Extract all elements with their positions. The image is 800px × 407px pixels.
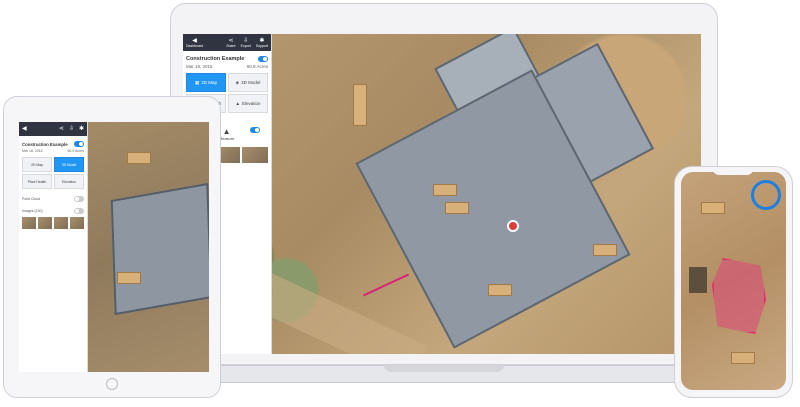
map-marker[interactable] [507,220,519,232]
share-icon[interactable]: ⋖ [59,126,64,132]
project-date[interactable]: Mar 18, 2016 [186,64,213,69]
tablet-view-mode-grid: 2D Map 3D Model Plant Health Elevation [19,157,87,189]
material-pallet [127,152,151,164]
project-area: 60.9 Acres [246,64,268,69]
export-icon[interactable]: ⇩ [69,126,74,132]
project-toggle[interactable] [258,56,268,62]
crane-tower [689,267,707,293]
tablet-screen: ◀ ⋖ ⇩ ✱ Construction Example Mar 18, 201… [19,122,209,372]
export-button[interactable]: ⇩ Export [241,38,251,48]
triangle-icon: ▲ [222,127,231,136]
export-label: Export [240,43,251,48]
back-arrow-icon: ◀ [22,126,27,132]
image-thumbnail[interactable] [242,147,268,163]
support-icon[interactable]: ✱ [79,126,84,132]
image-thumbnail[interactable] [54,217,68,229]
tablet-mode-plant-health-button[interactable]: Plant Health [22,174,52,189]
point-cloud-toggle[interactable] [74,196,84,202]
mode-label: Plant Health [27,179,47,184]
mode-label: Elevation [241,101,261,106]
images-label: Images (130) [22,209,43,213]
point-cloud-label: Point Cloud [22,197,41,201]
tool-label: Measure [218,136,235,141]
project-title: Construction Example [186,56,245,62]
mode-label: 3D Model [241,80,261,85]
material-pallet [353,84,367,126]
images-toggle[interactable] [74,208,84,214]
image-thumbnail[interactable] [70,217,84,229]
material-pallet [433,184,457,196]
building-3d [110,182,209,316]
mode-2d-map-button[interactable]: ▦ 2D Map [186,73,226,92]
tablet-project-title: Construction Example [22,141,68,147]
tablet-3d-view[interactable] [87,122,209,372]
tablet-project-toggle[interactable] [74,141,84,147]
layers-toggle[interactable] [250,127,261,133]
material-pallet [593,244,617,256]
mountain-icon: ▲ [235,101,240,106]
image-thumbnail[interactable] [38,217,52,229]
support-label: Support [255,43,268,48]
measure-tool-button[interactable]: ▲ Measure [219,127,235,141]
compass-icon[interactable] [751,180,781,210]
mode-label: 2D Map [201,80,218,85]
tablet-home-button [106,378,118,390]
stockpile-highlight[interactable] [712,258,766,334]
cube-icon: ◈ [235,79,240,85]
image-thumbnail[interactable] [22,217,36,229]
material-pallet [701,202,725,214]
mode-label: 3D Model [61,162,77,167]
measurement-line[interactable] [362,273,410,297]
share-label: Share [226,43,236,48]
dashboard-label: Dashboard [186,43,204,48]
material-pallet [117,272,141,284]
tablet-sidebar: ◀ ⋖ ⇩ ✱ Construction Example Mar 18, 201… [19,122,88,372]
material-pallet [488,284,512,296]
laptop-notch [384,365,504,372]
support-button[interactable]: ✱ Support [256,38,268,48]
tablet-image-thumbnails [19,217,87,229]
share-button[interactable]: ⋖ Share [226,38,235,48]
phone-notch [713,168,753,175]
tablet-project-area: 60.9 Acres [67,149,84,153]
tablet-project-date[interactable]: Mar 18, 2016 [22,149,43,153]
tablet-dashboard-button[interactable]: ◀ [22,126,27,132]
tablet-mode-2d-map-button[interactable]: 2D Map [22,157,52,172]
laptop-screen: ◀ Dashboard ⋖ Share ⇩ Export ✱ Support C… [183,34,701,354]
mode-label: Elevation [62,179,76,184]
dashboard-button[interactable]: ◀ Dashboard [186,38,203,48]
tablet-mode-elevation-button[interactable]: Elevation [54,174,84,189]
material-pallet [731,352,755,364]
mode-3d-model-button[interactable]: ◈ 3D Model [228,73,268,92]
phone-screen [681,172,786,390]
mode-label: 2D Map [31,162,43,167]
tablet-toolbar: ◀ ⋖ ⇩ ✱ [19,122,87,136]
map-icon: ▦ [194,79,200,85]
material-pallet [445,202,469,214]
mode-elevation-button[interactable]: ▲ Elevation [228,94,268,113]
tablet-mode-3d-model-button[interactable]: 3D Model [54,157,84,172]
sidebar-toolbar: ◀ Dashboard ⋖ Share ⇩ Export ✱ Support [183,34,271,51]
